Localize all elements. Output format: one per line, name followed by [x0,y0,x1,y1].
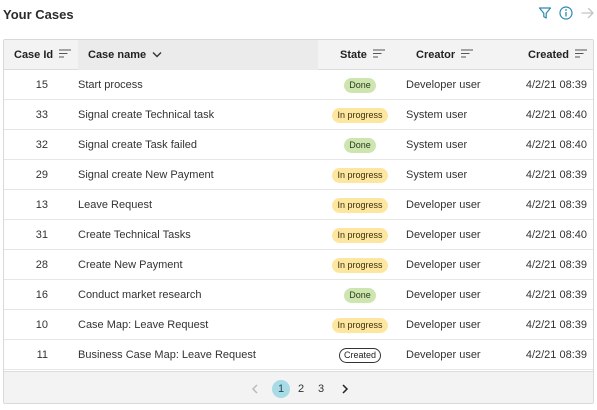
created-cell: 4/2/21 08:39 [525,349,587,361]
column-label: State [340,49,367,61]
table-row[interactable]: 32 Signal create Task failed Done System… [4,130,593,160]
page-button-3[interactable]: 3 [312,380,330,398]
created-cell: 4/2/21 08:39 [525,289,587,301]
case-id-cell: 32 [35,139,48,151]
state-cell: In progress [322,160,398,190]
cases-table: Case Id Case name State Creator Created [3,39,594,404]
sort-lines-icon[interactable] [372,49,385,61]
case-name-cell: Create Technical Tasks [78,229,191,241]
case-name-cell: Business Case Map: Leave Request [78,349,256,361]
case-id-cell: 31 [35,229,48,241]
page-header: Your Cases [0,0,597,32]
created-cell: 4/2/21 08:39 [525,199,587,211]
created-cell: 4/2/21 08:40 [525,229,587,241]
created-cell: 4/2/21 08:39 [525,79,587,91]
state-cell: Created [322,340,398,370]
sort-lines-icon[interactable] [574,49,587,61]
state-cell: In progress [322,100,398,130]
status-badge: In progress [332,227,388,243]
created-cell: 4/2/21 08:39 [525,169,587,181]
created-cell: 4/2/21 08:40 [525,109,587,121]
table-header: Case Id Case name State Creator Created [4,40,593,70]
status-badge: Done [344,137,376,153]
chevron-down-icon[interactable] [152,49,162,61]
page-title: Your Cases [3,7,74,22]
state-cell: In progress [322,220,398,250]
created-cell: 4/2/21 08:40 [525,139,587,151]
table-row[interactable]: 28 Create New Payment In progress Develo… [4,250,593,280]
column-label: Case Id [14,49,54,61]
case-name-cell: Start process [78,79,143,91]
table-row[interactable]: 11 Business Case Map: Leave Request Crea… [4,340,593,370]
table-row[interactable]: 29 Signal create New Payment In progress… [4,160,593,190]
column-header-created[interactable]: Created [528,40,592,70]
case-name-cell: Leave Request [78,199,152,211]
column-label: Case name [88,49,147,61]
page-button-2[interactable]: 2 [292,380,310,398]
case-name-cell: Signal create Task failed [78,139,198,151]
case-id-cell: 11 [36,349,48,361]
status-badge: In progress [332,197,388,213]
table-row[interactable]: 10 Case Map: Leave Request In progress D… [4,310,593,340]
status-badge: Created [338,347,382,363]
case-name-cell: Signal create New Payment [78,169,214,181]
page-button-1[interactable]: 1 [272,380,290,398]
column-header-case-name[interactable]: Case name [78,40,318,70]
status-badge: In progress [332,317,388,333]
column-header-state[interactable]: State [340,40,400,70]
pagination: 1 2 3 [4,371,593,403]
case-id-cell: 10 [35,319,48,331]
table-row[interactable]: 31 Create Technical Tasks In progress De… [4,220,593,250]
case-name-cell: Signal create Technical task [78,109,215,121]
case-id-cell: 33 [35,109,48,121]
sort-lines-icon[interactable] [461,49,474,61]
column-header-creator[interactable]: Creator [416,40,496,70]
case-id-cell: 15 [35,79,48,91]
chevron-left-icon[interactable] [246,380,264,398]
status-badge: Done [344,287,376,303]
status-badge: In progress [332,257,388,273]
created-cell: 4/2/21 08:39 [525,259,587,271]
state-cell: In progress [322,310,398,340]
state-cell: Done [322,130,398,160]
case-id-cell: 28 [35,259,48,271]
state-cell: Done [322,70,398,100]
case-id-cell: 16 [35,289,48,301]
column-label: Creator [416,49,456,61]
info-icon[interactable] [558,5,574,21]
state-cell: In progress [322,190,398,220]
case-id-cell: 29 [35,169,48,181]
case-name-cell: Create New Payment [78,259,183,271]
case-name-cell: Case Map: Leave Request [78,319,209,331]
state-cell: In progress [322,250,398,280]
chevron-right-icon[interactable] [336,380,354,398]
table-row[interactable]: 33 Signal create Technical task In progr… [4,100,593,130]
created-cell: 4/2/21 08:39 [525,319,587,331]
status-badge: In progress [332,107,388,123]
sort-lines-icon[interactable] [59,49,72,61]
table-row[interactable]: 15 Start process Done Developer user 4/2… [4,70,593,100]
state-cell: Done [322,280,398,310]
status-badge: In progress [332,167,388,183]
case-id-cell: 13 [35,199,48,211]
case-name-cell: Conduct market research [78,289,202,301]
table-row[interactable]: 13 Leave Request In progress Developer u… [4,190,593,220]
filter-icon[interactable] [537,5,553,21]
column-label: Created [528,49,569,61]
arrow-right-icon[interactable] [580,5,596,21]
column-header-case-id[interactable]: Case Id [14,40,74,70]
status-badge: Done [344,77,376,93]
table-row[interactable]: 16 Conduct market research Done Develope… [4,280,593,310]
